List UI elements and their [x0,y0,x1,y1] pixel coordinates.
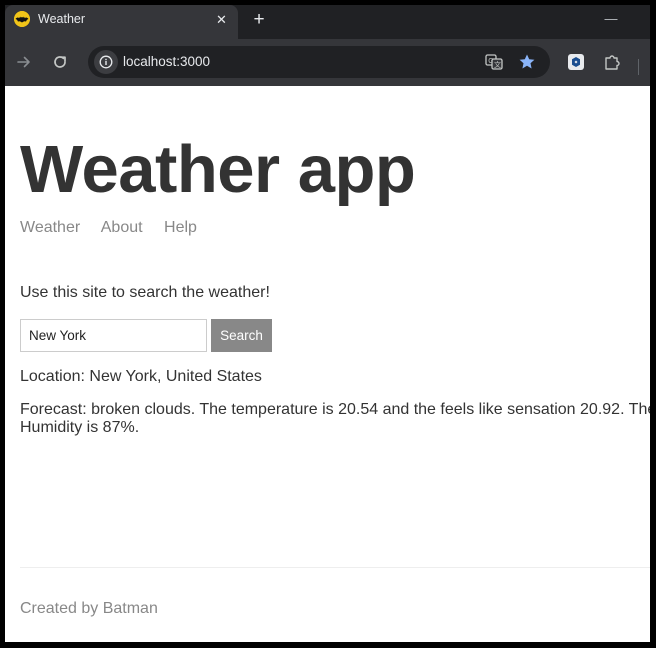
forward-arrow-icon[interactable] [13,51,35,73]
browser-toolbar: localhost:3000 G文 [5,39,650,86]
tab-strip: Weather ✕ + — [5,5,650,39]
tab-title: Weather [38,12,86,26]
footer-text: Created by Batman [20,600,158,617]
intro-text: Use this site to search the weather! [20,284,270,301]
footer-divider [20,567,650,568]
close-tab-icon[interactable]: ✕ [213,11,230,28]
address-bar[interactable]: localhost:3000 G文 [88,46,550,78]
forecast-line-2: Humidity is 87%. [20,419,140,436]
batman-favicon-icon [14,11,30,27]
bookmark-star-icon[interactable] [518,53,536,71]
nav-link-about[interactable]: About [101,219,143,236]
nav-link-weather[interactable]: Weather [20,219,80,236]
web-page: Weather app Weather About Help Use this … [5,86,650,642]
search-button[interactable]: Search [211,319,272,352]
translate-icon[interactable]: G文 [485,53,503,71]
site-nav: Weather About Help [20,219,214,237]
forecast-line-1: Forecast: broken clouds. The temperature… [20,401,650,418]
location-message: Location: New York, United States [20,368,262,385]
location-search-input[interactable] [20,319,207,352]
forecast-message: Forecast: broken clouds. The temperature… [20,401,650,437]
browser-window: Weather ✕ + — localhost:3000 G文 Weather … [5,5,650,642]
minimize-button[interactable]: — [601,9,621,29]
extension-icon[interactable] [567,53,585,71]
new-tab-button[interactable]: + [248,10,270,32]
site-info-icon[interactable] [94,50,118,74]
puzzle-icon[interactable] [603,53,621,71]
svg-text:文: 文 [494,60,501,69]
nav-link-help[interactable]: Help [164,219,197,236]
page-title: Weather app [20,132,416,207]
tab-weather[interactable]: Weather ✕ [5,5,238,39]
url-text: localhost:3000 [123,54,211,69]
toolbar-divider [638,59,639,75]
reload-icon[interactable] [49,51,71,73]
